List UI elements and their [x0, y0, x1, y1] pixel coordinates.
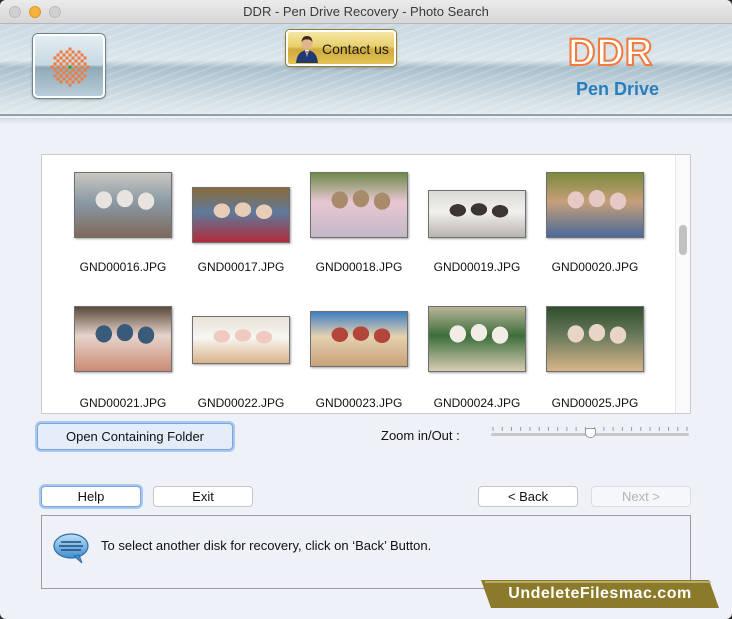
help-button[interactable]: Help — [41, 486, 141, 507]
photo-filename: GND00023.JPG — [315, 396, 403, 410]
gallery-item[interactable]: GND00019.JPG — [418, 165, 536, 295]
gallery-item[interactable]: GND00023.JPG — [300, 301, 418, 431]
info-message: To select another disk for recovery, cli… — [101, 538, 432, 553]
exit-button[interactable]: Exit — [153, 486, 253, 507]
back-button[interactable]: < Back — [478, 486, 578, 507]
gallery-item[interactable]: GND00016.JPG — [64, 165, 182, 295]
photo-filename: GND00016.JPG — [79, 260, 167, 274]
gallery-item[interactable]: GND00021.JPG — [64, 301, 182, 431]
header-banner: Contact us DDR Pen Drive — [0, 24, 732, 116]
message-bubble-icon — [53, 533, 89, 564]
open-containing-folder-button[interactable]: Open Containing Folder — [37, 423, 233, 450]
photo-filename: GND00025.JPG — [551, 396, 639, 410]
photo-thumbnail[interactable] — [310, 172, 408, 238]
photo-filename: GND00020.JPG — [551, 260, 639, 274]
zoom-slider-knob[interactable] — [585, 428, 596, 438]
gallery-item[interactable]: GND00022.JPG — [182, 301, 300, 431]
header-divider — [0, 118, 732, 124]
gallery-item[interactable]: GND00025.JPG — [536, 301, 654, 431]
app-logo — [33, 34, 105, 98]
zoom-slider[interactable] — [491, 424, 689, 442]
app-window: DDR - Pen Drive Recovery - Photo Search … — [0, 0, 732, 619]
gallery-scrollbar[interactable] — [675, 155, 690, 413]
contact-us-button[interactable]: Contact us — [286, 30, 396, 66]
photo-filename: GND00021.JPG — [79, 396, 167, 410]
photo-gallery[interactable]: GND00016.JPG GND00017.JPG GND00018.JPG GND0… — [41, 154, 691, 414]
watermark-text: UndeleteFilesmac.com — [508, 585, 692, 602]
window-maximize-button[interactable] — [49, 6, 61, 18]
window-minimize-button[interactable] — [29, 6, 41, 18]
ddr-logo-icon — [50, 47, 90, 87]
zoom-label: Zoom in/Out : — [381, 428, 460, 443]
gallery-item[interactable]: GND00017.JPG — [182, 165, 300, 295]
photo-filename: GND00022.JPG — [197, 396, 285, 410]
contact-us-label: Contact us — [322, 41, 389, 57]
photo-thumbnail[interactable] — [74, 306, 172, 372]
brand-logo-text: DDR — [567, 31, 654, 75]
window-title: DDR - Pen Drive Recovery - Photo Search — [243, 4, 489, 19]
watermark-banner: UndeleteFilesmac.com — [481, 578, 719, 608]
title-bar[interactable]: DDR - Pen Drive Recovery - Photo Search — [0, 0, 732, 24]
gallery-item[interactable]: GND00018.JPG — [300, 165, 418, 295]
person-icon — [296, 36, 318, 63]
photo-filename: GND00017.JPG — [197, 260, 285, 274]
photo-thumbnail[interactable] — [192, 187, 290, 243]
photo-filename: GND00024.JPG — [433, 396, 521, 410]
next-button: Next > — [591, 486, 691, 507]
gallery-scrollbar-thumb[interactable] — [679, 225, 687, 255]
photo-thumbnail[interactable] — [192, 316, 290, 364]
photo-thumbnail[interactable] — [310, 311, 408, 367]
photo-thumbnail[interactable] — [428, 190, 526, 238]
photo-thumbnail[interactable] — [546, 172, 644, 238]
window-close-button[interactable] — [9, 6, 21, 18]
photo-filename: GND00018.JPG — [315, 260, 403, 274]
gallery-item[interactable]: GND00020.JPG — [536, 165, 654, 295]
photo-thumbnail[interactable] — [74, 172, 172, 238]
photo-filename: GND00019.JPG — [433, 260, 521, 274]
product-name: Pen Drive — [576, 79, 660, 99]
photo-thumbnail[interactable] — [428, 306, 526, 372]
photo-thumbnail[interactable] — [546, 306, 644, 372]
gallery-item[interactable]: GND00024.JPG — [418, 301, 536, 431]
